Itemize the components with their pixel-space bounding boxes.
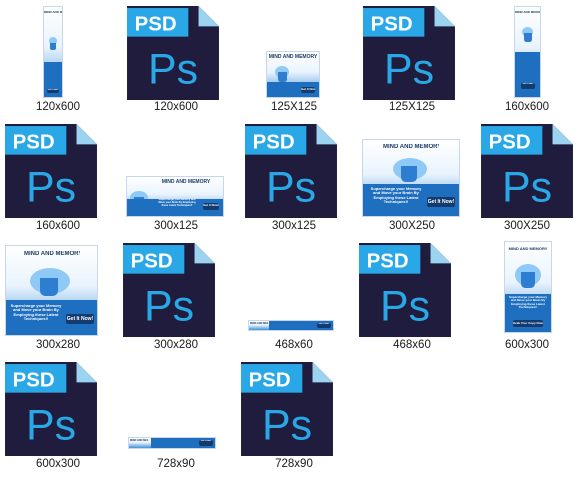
psd-file-icon xyxy=(354,0,470,100)
file-name: 160x600 xyxy=(504,101,550,113)
psd-file-icon xyxy=(0,357,116,457)
ad-logo: MIND AND MEMORY xyxy=(268,54,318,60)
ad-logo: MIND AND MEMORY xyxy=(130,439,148,442)
file-tile[interactable]: 300x125 xyxy=(236,119,352,237)
file-name: 728x90 xyxy=(157,458,195,470)
file-tile[interactable]: 728x90 xyxy=(236,357,352,475)
file-tile[interactable]: 125X125 xyxy=(354,0,470,118)
file-tile[interactable]: MIND AND MEMORY Get It Now! 728x90 xyxy=(118,357,234,475)
ad-logo: MIND AND MEMORY xyxy=(515,10,540,14)
ad-thumbnail: MIND AND MEMORY Get It Now! xyxy=(118,357,234,457)
file-tile[interactable]: MIND AND MEMORY Supercharge your Memory … xyxy=(118,119,234,237)
ad-thumbnail: MIND AND MEMORY Get It Now! xyxy=(236,238,352,338)
file-name: 300x125 xyxy=(271,220,317,232)
psd-file-icon xyxy=(118,0,234,100)
ad-preview-300x280: MIND AND MEMORY Supercharge your Memory … xyxy=(5,245,98,336)
file-name: 125X125 xyxy=(270,101,318,113)
ad-logo: MIND AND MEMORY xyxy=(44,10,62,14)
ad-logo: MIND AND MEMORY xyxy=(250,322,268,325)
ad-thumbnail: MIND AND MEMORY Supercharge your Memory … xyxy=(118,119,234,219)
ad-thumbnail: MIND AND MEMORY Get It Now! xyxy=(0,0,116,100)
ad-preview-600x300: MIND AND MEMORY Supercharge your Memory … xyxy=(504,241,552,333)
ad-thumbnail: MIND AND MEMORY Supercharge your Memory … xyxy=(469,238,585,338)
file-tile[interactable]: MIND AND MEMORY Get It Now! 125X125 xyxy=(236,0,352,118)
ad-logo: MIND AND MEMORY xyxy=(508,246,548,251)
file-name: 300X250 xyxy=(503,220,551,232)
ad-preview-728x90: MIND AND MEMORY Get It Now! xyxy=(128,437,216,449)
file-tile[interactable]: MIND AND MEMORY Supercharge your Memory … xyxy=(354,119,470,237)
file-name: 600x300 xyxy=(35,458,81,470)
file-tile[interactable]: 300x280 xyxy=(118,238,234,356)
ad-preview-160x600: MIND AND MEMORY Get It Now! xyxy=(514,6,541,98)
file-name: 300x280 xyxy=(35,339,81,351)
file-tile[interactable]: 160x600 xyxy=(0,119,116,237)
file-tile[interactable]: MIND AND MEMORY Supercharge your Memory … xyxy=(469,238,585,356)
file-name: 468x60 xyxy=(393,339,431,351)
file-tile[interactable]: MIND AND MEMORY Get It Now! 120x600 xyxy=(0,0,116,118)
ad-logo: MIND AND MEMORY xyxy=(161,179,211,185)
ad-thumbnail: MIND AND MEMORY Supercharge your Memory … xyxy=(354,119,470,219)
file-name: 728x90 xyxy=(275,458,313,470)
ad-thumbnail: MIND AND MEMORY Supercharge your Memory … xyxy=(0,238,116,338)
file-name: 160x600 xyxy=(35,220,81,232)
file-name: 600x300 xyxy=(504,339,550,351)
ad-preview-468x60: MIND AND MEMORY Get It Now! xyxy=(248,320,334,331)
file-name: 300X250 xyxy=(388,220,436,232)
ad-logo: MIND AND MEMORY xyxy=(24,251,80,257)
psd-file-icon xyxy=(469,119,585,219)
ad-preview-120x600: MIND AND MEMORY Get It Now! xyxy=(43,6,63,98)
ad-thumbnail: MIND AND MEMORY Get It Now! xyxy=(469,0,585,100)
file-name: 468x60 xyxy=(275,339,313,351)
file-tile[interactable]: MIND AND MEMORY Supercharge your Memory … xyxy=(0,238,116,356)
ad-preview-125x125: MIND AND MEMORY Get It Now! xyxy=(266,51,320,98)
file-tile[interactable]: MIND AND MEMORY Get It Now! 468x60 xyxy=(236,238,352,356)
psd-file-icon xyxy=(354,238,470,338)
file-name: 125X125 xyxy=(388,101,436,113)
ad-preview-300x125: MIND AND MEMORY Supercharge your Memory … xyxy=(126,176,224,217)
ad-thumbnail: MIND AND MEMORY Get It Now! xyxy=(236,0,352,100)
file-tile[interactable]: 300X250 xyxy=(469,119,585,237)
file-name: 300x280 xyxy=(153,339,199,351)
file-name: 120x600 xyxy=(35,101,81,113)
file-tile[interactable]: MIND AND MEMORY Get It Now! 160x600 xyxy=(469,0,585,118)
psd-file-icon xyxy=(118,238,234,338)
file-tile[interactable]: 468x60 xyxy=(354,238,470,356)
psd-file-icon xyxy=(0,119,116,219)
file-tile[interactable]: 600x300 xyxy=(0,357,116,475)
file-tile[interactable]: 120x600 xyxy=(118,0,234,118)
psd-file-icon xyxy=(236,119,352,219)
file-name: 120x600 xyxy=(153,101,199,113)
psd-file-icon xyxy=(236,357,352,457)
file-name: 300x125 xyxy=(153,220,199,232)
ad-preview-300x250: MIND AND MEMORY Supercharge your Memory … xyxy=(362,139,460,217)
ad-logo: MIND AND MEMORY xyxy=(383,144,439,150)
